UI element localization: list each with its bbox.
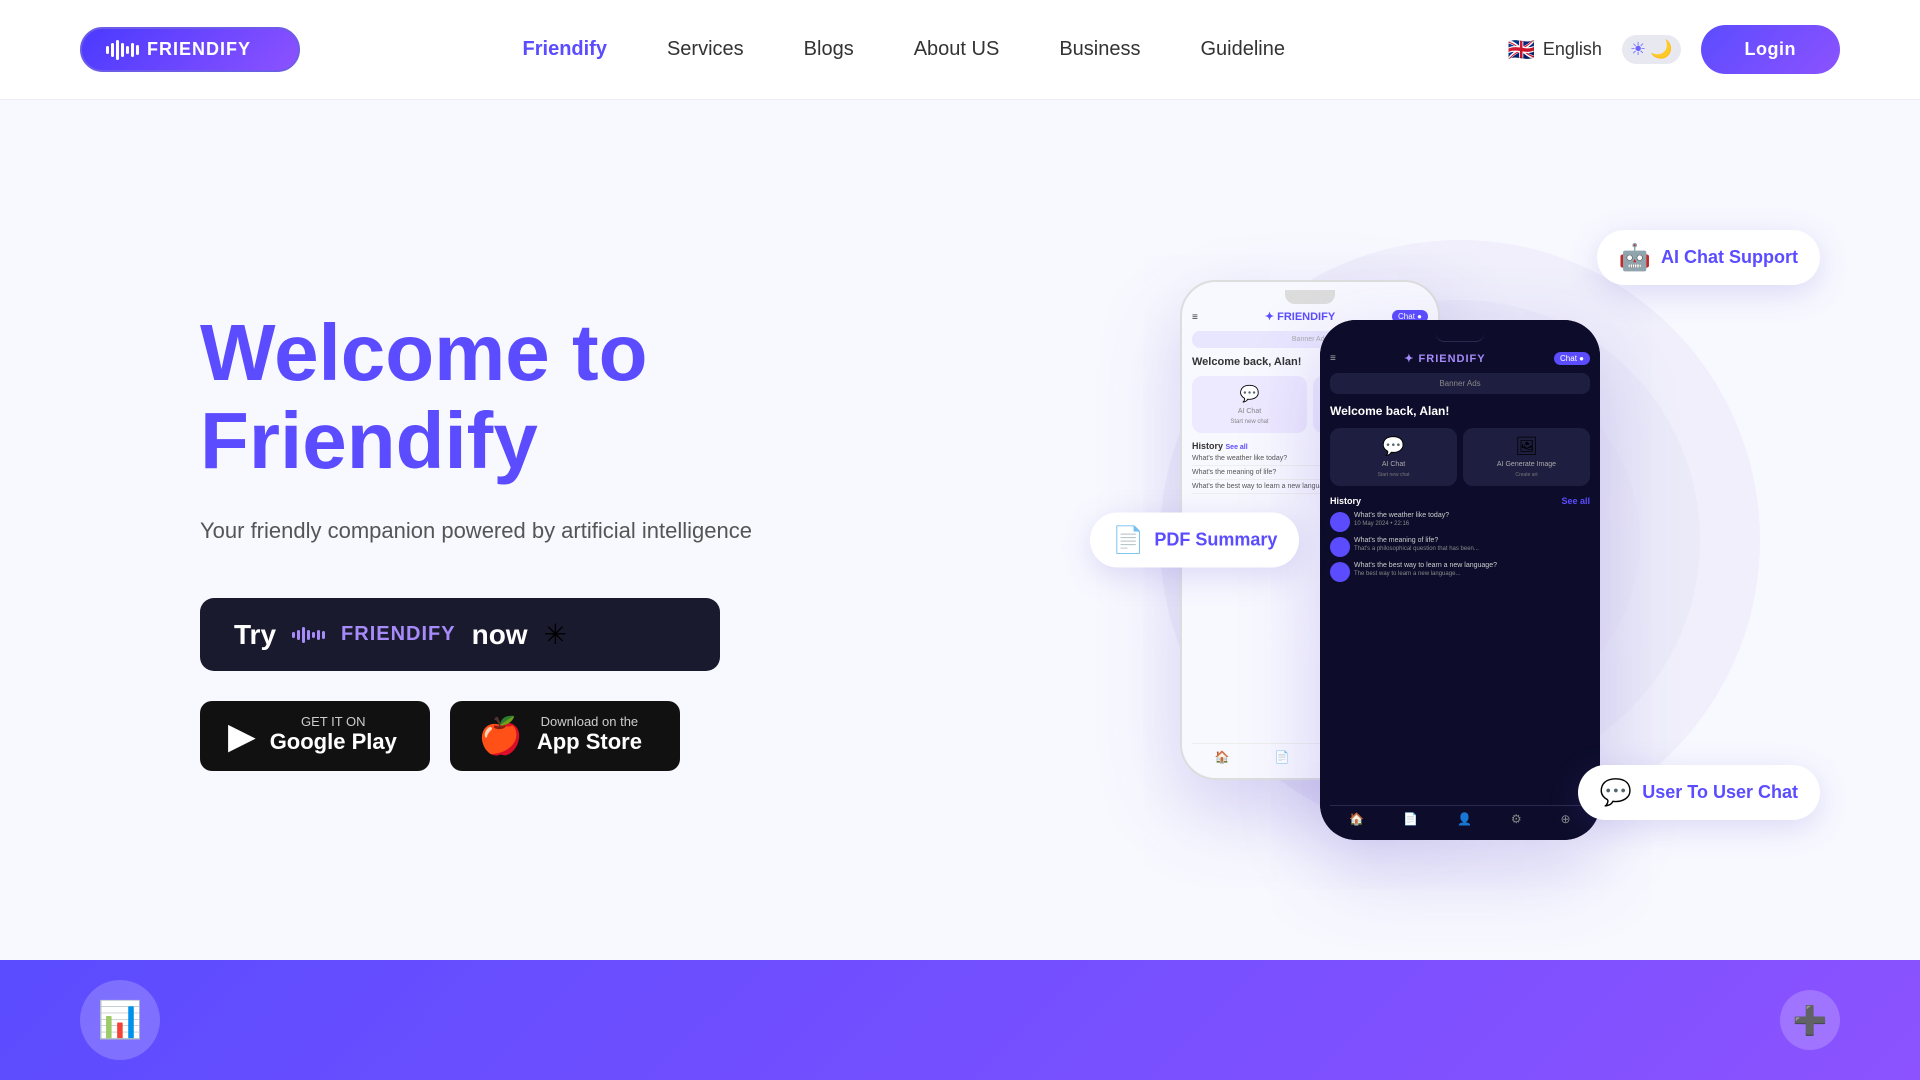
footer-icon-left: 📊 (80, 980, 160, 1060)
try-brand: FRIENDIFY (341, 623, 456, 646)
theme-toggle[interactable]: ☀ 🌙 (1622, 35, 1681, 64)
footer-strip: 📊 ➕ (0, 960, 1920, 1080)
flag-icon: 🇬🇧 (1508, 37, 1535, 63)
hero-title: Welcome to Friendify (200, 309, 752, 485)
chat-item: What's the weather like today? 10 May 20… (1330, 512, 1590, 532)
ai-chat-badge: 🤖 AI Chat Support (1597, 230, 1820, 285)
app-store-small: Download on the (537, 715, 642, 728)
moon-icon: 🌙 (1650, 39, 1672, 60)
bar-chart-icon: 📊 (98, 999, 143, 1041)
google-play-icon: ▶ (228, 715, 256, 757)
nav-link-services[interactable]: Services (667, 38, 744, 60)
logo[interactable]: FRIENDIFY (80, 27, 300, 72)
try-label: Try (234, 619, 276, 651)
chat-item: What's the best way to learn a new langu… (1330, 562, 1590, 582)
pdf-icon: 📄 (1112, 525, 1144, 556)
google-play-small: GET IT ON (270, 715, 397, 728)
nav-link-about[interactable]: About US (914, 38, 1000, 60)
nav-item-business[interactable]: Business (1059, 38, 1140, 61)
language-label: English (1543, 39, 1602, 60)
app-store-button[interactable]: 🍎 Download on the App Store (450, 701, 680, 771)
user-chat-badge: 💬 User To User Chat (1578, 765, 1820, 820)
nav-item-friendify[interactable]: Friendify (523, 38, 607, 61)
hero-section: Welcome to Friendify Your friendly compa… (0, 100, 1920, 960)
google-play-button[interactable]: ▶ GET IT ON Google Play (200, 701, 430, 771)
chat-label: User To User Chat (1642, 782, 1798, 803)
phone-mockups: ≡ ✦ FRIENDIFY Chat ● Banner Ads Welcome … (1120, 200, 1800, 880)
try-banner: Try FRIENDIFY now ✳ (200, 598, 720, 671)
ai-chat-label: AI Chat Support (1661, 247, 1798, 268)
nav-item-about[interactable]: About US (914, 38, 1000, 61)
hero-subtitle: Your friendly companion powered by artif… (200, 513, 752, 548)
chat-item: What's the meaning of life? That's a phi… (1330, 537, 1590, 557)
spark-icon: ✳ (544, 618, 567, 651)
nav-link-friendify[interactable]: Friendify (523, 38, 607, 60)
try-now: now (472, 619, 528, 651)
login-button[interactable]: Login (1701, 25, 1840, 74)
nav-link-blogs[interactable]: Blogs (804, 38, 854, 60)
footer-icon-right: ➕ (1780, 990, 1840, 1050)
nav-item-guideline[interactable]: Guideline (1200, 38, 1285, 61)
language-selector[interactable]: 🇬🇧 English (1508, 37, 1602, 63)
navbar: FRIENDIFY Friendify Services Blogs About… (0, 0, 1920, 100)
nav-link-business[interactable]: Business (1059, 38, 1140, 60)
apple-icon: 🍎 (478, 715, 523, 757)
pdf-label: PDF Summary (1154, 530, 1277, 551)
nav-right: 🇬🇧 English ☀ 🌙 Login (1508, 25, 1841, 74)
google-play-large: Google Play (270, 728, 397, 757)
try-wave (292, 627, 325, 643)
store-buttons: ▶ GET IT ON Google Play 🍎 Download on th… (200, 701, 752, 771)
phone-front-screen: ≡ ✦ FRIENDIFY Chat ● Banner Ads Welcome … (1320, 320, 1600, 840)
logo-wave (106, 40, 139, 60)
nav-item-blogs[interactable]: Blogs (804, 38, 854, 61)
hero-left: Welcome to Friendify Your friendly compa… (200, 309, 752, 771)
plus-icon: ➕ (1793, 1004, 1828, 1037)
chat-icon: 💬 (1600, 777, 1632, 808)
sun-icon: ☀ (1630, 39, 1646, 60)
logo-text: FRIENDIFY (147, 39, 251, 60)
app-store-large: App Store (537, 728, 642, 757)
pdf-summary-badge: 📄 PDF Summary (1090, 513, 1299, 568)
nav-links: Friendify Services Blogs About US Busine… (523, 38, 1285, 61)
nav-item-services[interactable]: Services (667, 38, 744, 61)
phone-front: ≡ ✦ FRIENDIFY Chat ● Banner Ads Welcome … (1320, 320, 1600, 840)
nav-link-guideline[interactable]: Guideline (1200, 38, 1285, 60)
ai-chat-icon: 🤖 (1619, 242, 1651, 273)
